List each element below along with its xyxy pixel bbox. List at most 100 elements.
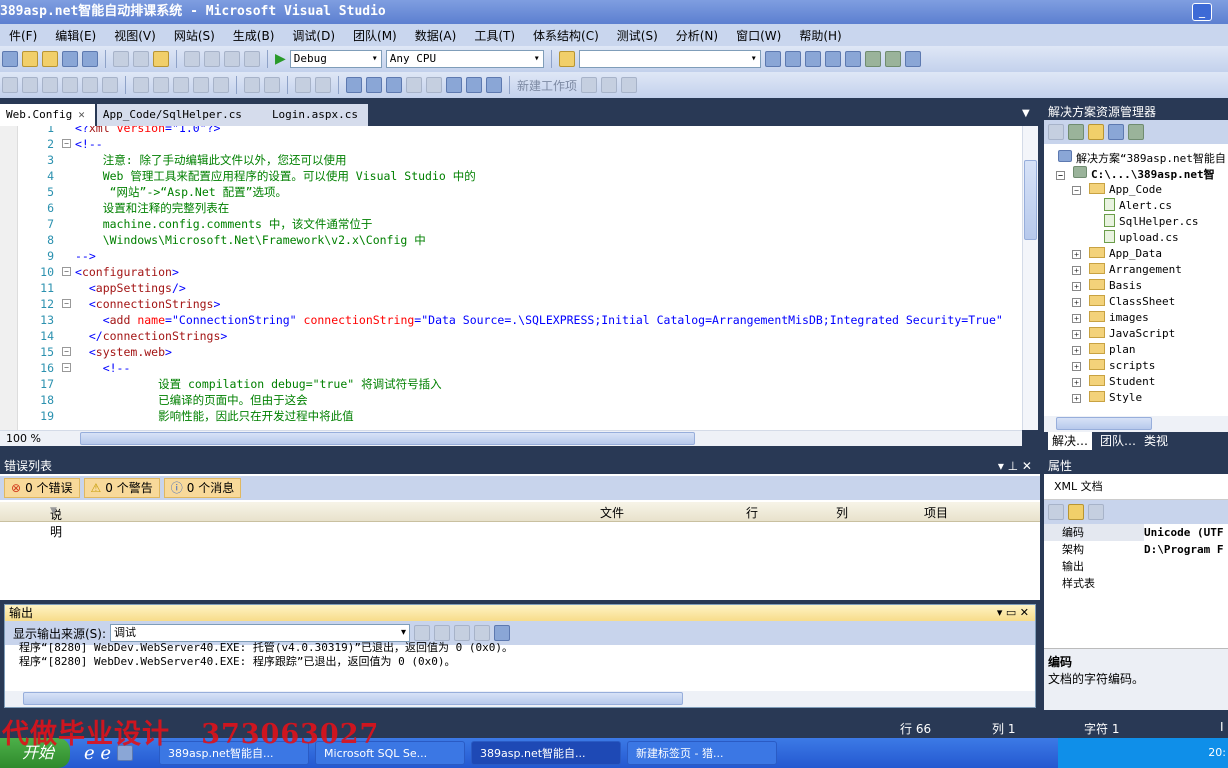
output-horizontal-scrollbar[interactable] — [5, 691, 1035, 707]
copy-icon[interactable] — [133, 51, 149, 67]
properties-object-select[interactable]: XML 文档 — [1044, 474, 1228, 500]
next-bookmark-folder-icon[interactable] — [466, 77, 482, 93]
scroll-thumb[interactable] — [1056, 417, 1152, 430]
tree-item[interactable]: + images — [1072, 310, 1149, 326]
decrease-indent-icon[interactable] — [244, 77, 260, 93]
column-line[interactable]: 行 — [746, 504, 758, 521]
scroll-thumb[interactable] — [23, 692, 683, 705]
view-designer-icon[interactable] — [1108, 124, 1124, 140]
tree-item[interactable]: + ClassSheet — [1072, 294, 1175, 310]
save-icon[interactable] — [62, 51, 78, 67]
menu-item[interactable]: 测试(S) — [608, 27, 667, 44]
find-message-icon[interactable] — [414, 625, 431, 641]
expand-icon[interactable]: + — [1072, 378, 1081, 387]
clear-bookmarks-icon[interactable] — [486, 77, 502, 93]
next-bookmark-icon[interactable] — [386, 77, 402, 93]
fold-toggle-icon[interactable]: − — [62, 139, 71, 148]
taskbar-button[interactable]: 389asp.net智能自... — [471, 741, 622, 765]
toolbar-icon[interactable] — [601, 77, 618, 93]
tree-item[interactable]: + plan — [1072, 342, 1136, 358]
toolbar-icon[interactable] — [133, 77, 149, 93]
refresh-icon[interactable] — [1068, 124, 1084, 140]
prev-bookmark-icon[interactable] — [366, 77, 382, 93]
menu-item[interactable]: 分析(N) — [667, 27, 727, 44]
expand-icon[interactable]: + — [1072, 330, 1081, 339]
menu-item[interactable]: 数据(A) — [406, 27, 466, 44]
panel-controls-icon[interactable]: ▾ ▭ ✕ — [997, 605, 1029, 621]
property-pages-icon[interactable] — [1088, 504, 1104, 520]
solution-explorer-icon[interactable] — [764, 51, 781, 67]
tree-item[interactable]: + Style — [1072, 390, 1142, 406]
clear-all-icon[interactable] — [474, 625, 491, 641]
object-browser-icon[interactable] — [804, 51, 821, 67]
toolbar-icon[interactable] — [193, 77, 209, 93]
prev-bookmark-folder-icon[interactable] — [446, 77, 462, 93]
fold-toggle-icon[interactable]: − — [62, 347, 71, 356]
extension-manager-icon[interactable] — [884, 51, 901, 67]
expand-icon[interactable]: + — [1072, 282, 1081, 291]
panel-tab[interactable]: 团队… — [1100, 432, 1136, 450]
property-row[interactable]: 样式表 — [1044, 575, 1228, 592]
new-project-icon[interactable] — [2, 51, 18, 67]
tree-item[interactable]: + App_Data — [1072, 246, 1162, 262]
prev-message-icon[interactable] — [434, 625, 451, 641]
tree-item[interactable]: Alert.cs — [1104, 198, 1172, 214]
find-in-files-icon[interactable] — [558, 51, 575, 67]
tree-item[interactable]: + scripts — [1072, 358, 1155, 374]
column-file[interactable]: 文件 — [600, 504, 624, 521]
taskbar-button[interactable]: 新建标签页 - 猎... — [627, 741, 778, 765]
menu-item[interactable]: 网站(S) — [165, 27, 224, 44]
collapse-icon[interactable]: − — [1056, 171, 1065, 180]
scroll-thumb[interactable] — [80, 432, 695, 445]
expand-icon[interactable]: + — [1072, 314, 1081, 323]
tree-item[interactable]: upload.cs — [1104, 230, 1179, 246]
property-row[interactable]: 编码 Unicode (UTF — [1044, 524, 1228, 541]
save-all-icon[interactable] — [82, 51, 98, 67]
properties-icon[interactable] — [1048, 124, 1064, 140]
comment-icon[interactable] — [295, 77, 311, 93]
navigate-forward-icon[interactable] — [244, 51, 260, 67]
panel-tab[interactable]: 类视 — [1144, 432, 1168, 450]
bookmark-icon[interactable] — [346, 77, 362, 93]
code-editor[interactable]: 1 <?xml version="1.0"?> 2− <!-- 3 注意: 除了手动编辑… — [0, 126, 1022, 430]
find-input[interactable] — [578, 50, 761, 68]
tab-web-config[interactable]: Web.Config ✕ — [0, 104, 95, 126]
next-message-icon[interactable] — [454, 625, 471, 641]
tree-item[interactable]: + Student — [1072, 374, 1155, 390]
paste-icon[interactable] — [153, 51, 169, 67]
menu-item[interactable]: 体系结构(C) — [524, 27, 608, 44]
project-node[interactable]: − C:\...\389asp.net智 — [1056, 166, 1215, 182]
column-column[interactable]: 列 — [836, 504, 848, 521]
toolbox-icon[interactable] — [824, 51, 841, 67]
errors-filter-button[interactable]: ⊗ 0 个错误 — [4, 478, 80, 498]
categorized-icon[interactable] — [1048, 504, 1064, 520]
warnings-filter-button[interactable]: ⚠ 0 个警告 — [83, 478, 160, 498]
scroll-thumb[interactable] — [1024, 160, 1037, 240]
cut-icon[interactable] — [113, 51, 129, 67]
asp-config-icon[interactable] — [1128, 124, 1144, 140]
tree-item[interactable]: + Arrangement — [1072, 262, 1182, 278]
column-project[interactable]: 项目 — [924, 504, 948, 521]
fold-toggle-icon[interactable]: − — [62, 299, 71, 308]
menu-item[interactable]: 团队(M) — [344, 27, 406, 44]
tree-item[interactable]: + JavaScript — [1072, 326, 1175, 342]
collapse-icon[interactable]: − — [1072, 186, 1081, 195]
menu-item[interactable]: 帮助(H) — [790, 27, 850, 44]
property-row[interactable]: 架构 D:\Program F — [1044, 541, 1228, 558]
close-tab-icon[interactable]: ✕ — [78, 108, 85, 121]
menu-item[interactable]: 调试(D) — [283, 27, 344, 44]
tree-horizontal-scrollbar[interactable] — [1044, 416, 1228, 432]
nest-files-icon[interactable] — [1088, 124, 1104, 140]
tab-dropdown-icon[interactable]: ▼ — [1022, 108, 1030, 119]
toolbar-icon[interactable] — [42, 77, 58, 93]
toolbar-icon[interactable] — [22, 77, 38, 93]
tab-login-aspx-cs[interactable]: Login.aspx.cs — [251, 104, 369, 126]
new-work-item-button[interactable]: 新建工作项 — [517, 77, 577, 94]
property-row[interactable]: 输出 — [1044, 558, 1228, 575]
word-wrap-icon[interactable] — [494, 625, 511, 641]
start-page-icon[interactable] — [864, 51, 881, 67]
editor-vertical-scrollbar[interactable] — [1022, 126, 1038, 430]
toolbar-icon[interactable] — [153, 77, 169, 93]
tools-icon[interactable] — [844, 51, 861, 67]
navigate-backward-icon[interactable] — [224, 51, 240, 67]
